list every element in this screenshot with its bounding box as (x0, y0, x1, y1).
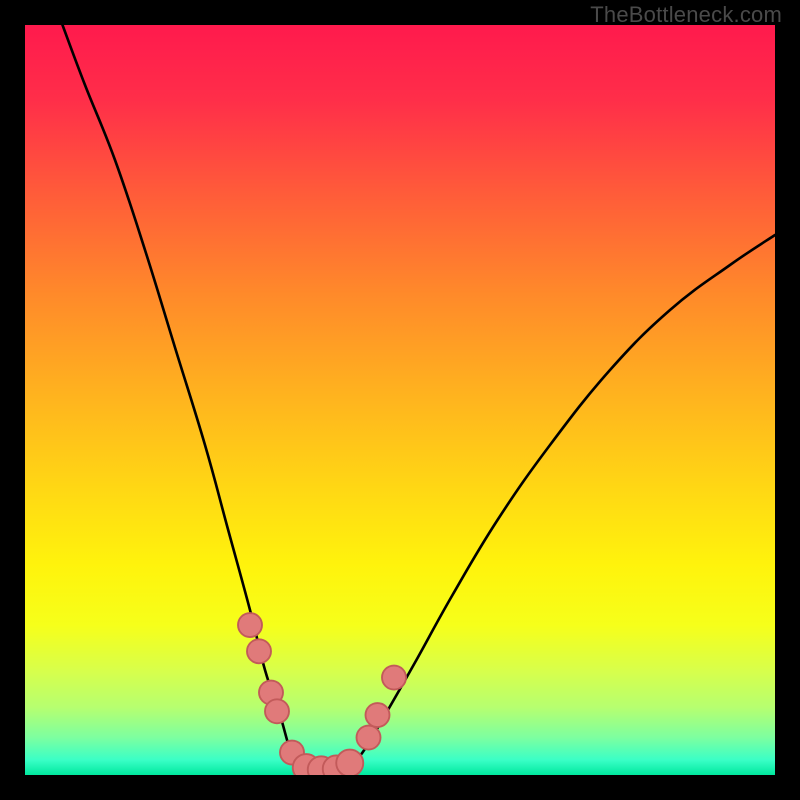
marker-point (247, 639, 271, 663)
marker-point (382, 666, 406, 690)
marker-point (336, 750, 363, 776)
marker-point (357, 726, 381, 750)
outer-frame: TheBottleneck.com (0, 0, 800, 800)
marker-point (366, 703, 390, 727)
bottleneck-curve (63, 25, 776, 772)
curve-layer (25, 25, 775, 775)
plot-area (25, 25, 775, 775)
valley-markers (238, 613, 406, 775)
marker-point (238, 613, 262, 637)
marker-point (265, 699, 289, 723)
